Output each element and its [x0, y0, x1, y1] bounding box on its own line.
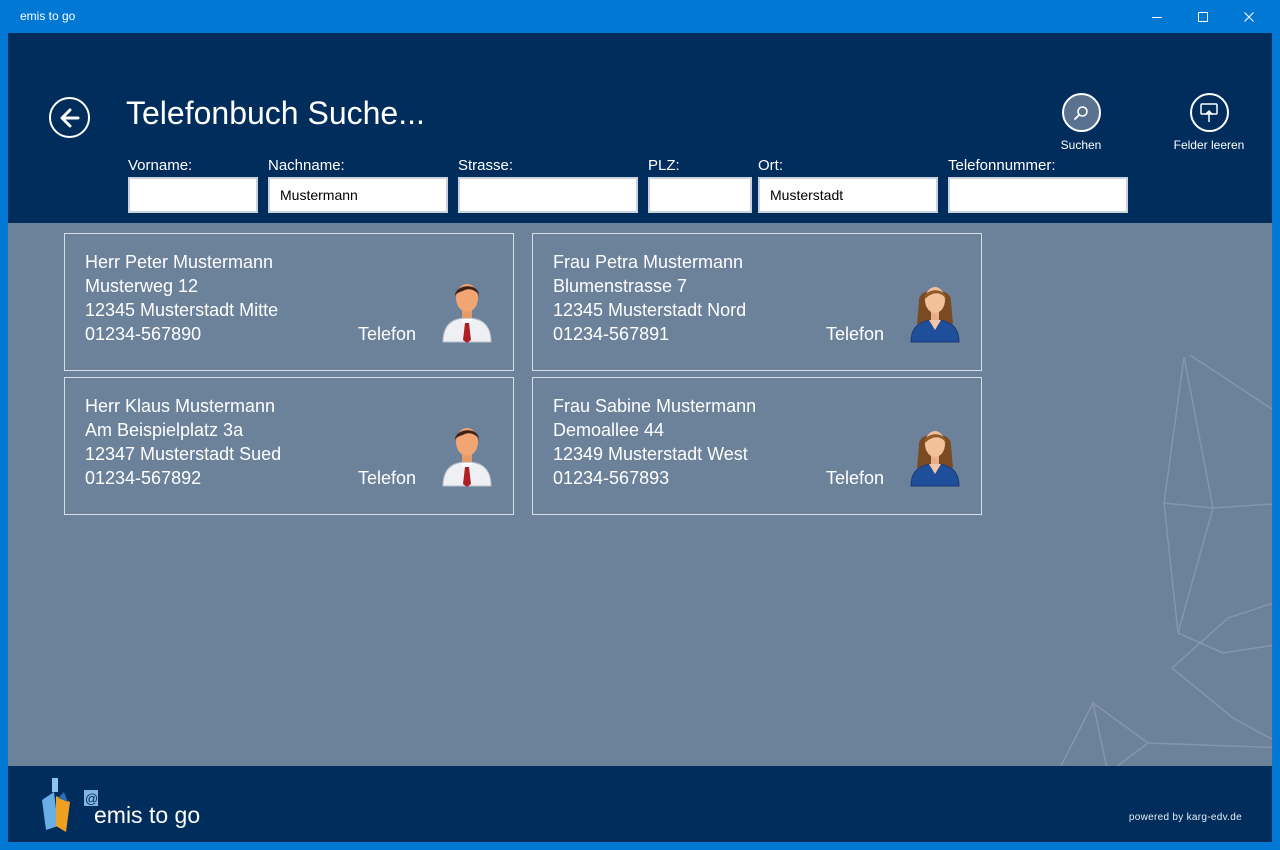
- male-avatar-icon: [442, 284, 492, 343]
- background-decoration: [1059, 354, 1272, 773]
- maximize-icon: [1198, 11, 1208, 22]
- app-window: emis to go Telefonbuch Suche... Suchen F…: [0, 0, 1280, 850]
- plz-field: PLZ:: [648, 157, 752, 213]
- result-card[interactable]: Frau Sabine Mustermann Demoallee 44 1234…: [532, 377, 982, 515]
- page-title: Telefonbuch Suche...: [126, 95, 425, 131]
- clear-fields-icon: [1200, 102, 1218, 122]
- plz-label: PLZ:: [648, 157, 680, 174]
- search-button-circle: [1061, 93, 1101, 132]
- contact-name: Frau Sabine Mustermann: [553, 396, 757, 416]
- clear-fields-label: Felder leeren: [1173, 138, 1245, 152]
- vorname-field: Vorname:: [128, 157, 258, 213]
- page-header: Telefonbuch Suche... Suchen Felder leere…: [8, 33, 1272, 223]
- minimize-icon: [1152, 16, 1162, 18]
- contact-street: Am Beispielplatz 3a: [85, 420, 244, 440]
- title-bar[interactable]: emis to go: [0, 0, 1280, 33]
- plz-input[interactable]: [648, 177, 752, 213]
- phone-link[interactable]: Telefon: [358, 466, 416, 490]
- back-button[interactable]: [49, 97, 90, 138]
- strasse-input[interactable]: [458, 177, 638, 213]
- ort-field: Ort:: [758, 157, 938, 213]
- female-avatar-icon: [910, 287, 960, 343]
- close-button[interactable]: [1226, 0, 1272, 33]
- maximize-button[interactable]: [1180, 0, 1226, 33]
- contact-city: 12349 Musterstadt West: [553, 444, 748, 464]
- contact-street: Blumenstrasse 7: [553, 276, 688, 296]
- result-card[interactable]: Herr Klaus Mustermann Am Beispielplatz 3…: [64, 377, 514, 515]
- contact-phone: 01234-567891: [553, 324, 670, 344]
- contact-name: Herr Klaus Mustermann: [85, 396, 276, 416]
- search-icon: [1074, 105, 1088, 120]
- telefonnummer-label: Telefonnummer:: [948, 157, 1056, 174]
- phone-link[interactable]: Telefon: [358, 322, 416, 346]
- strasse-label: Strasse:: [458, 157, 514, 174]
- male-avatar-icon: [442, 428, 492, 487]
- clear-fields-button[interactable]: Felder leeren: [1159, 93, 1259, 152]
- vorname-label: Vorname:: [128, 157, 193, 174]
- contact-phone: 01234-567890: [85, 324, 202, 344]
- strasse-field: Strasse:: [458, 157, 638, 213]
- contact-name: Herr Peter Mustermann: [85, 252, 274, 272]
- contact-name: Frau Petra Mustermann: [553, 252, 744, 272]
- contact-phone: 01234-567892: [85, 468, 202, 488]
- app-content: Telefonbuch Suche... Suchen Felder leere…: [8, 33, 1272, 842]
- search-button-label: Suchen: [1060, 138, 1102, 152]
- ort-input[interactable]: [758, 177, 938, 213]
- logo-text: emis to go: [94, 802, 201, 828]
- result-card[interactable]: Herr Peter Mustermann Musterweg 12 12345…: [64, 233, 514, 371]
- clear-button-circle: [1189, 93, 1229, 132]
- result-card[interactable]: Frau Petra Mustermann Blumenstrasse 7 12…: [532, 233, 982, 371]
- phone-link[interactable]: Telefon: [826, 466, 884, 490]
- telefonnummer-input[interactable]: [948, 177, 1128, 213]
- nachname-label: Nachname:: [268, 157, 345, 174]
- contact-street: Demoallee 44: [553, 420, 665, 440]
- phone-link[interactable]: Telefon: [826, 322, 884, 346]
- app-footer: @ emis to go powered by karg-edv.de: [8, 766, 1272, 842]
- minimize-button[interactable]: [1134, 0, 1180, 33]
- nachname-field: Nachname:: [268, 157, 448, 213]
- contact-phone: 01234-567893: [553, 468, 670, 488]
- search-button[interactable]: Suchen: [1031, 93, 1131, 152]
- vorname-input[interactable]: [128, 177, 258, 213]
- window-title: emis to go: [20, 9, 76, 23]
- contact-street: Musterweg 12: [85, 276, 199, 296]
- contact-city: 12347 Musterstadt Sued: [85, 444, 282, 464]
- ort-label: Ort:: [758, 157, 783, 174]
- contact-city: 12345 Musterstadt Nord: [553, 300, 747, 320]
- female-avatar-icon: [910, 431, 960, 487]
- powered-by-text: powered by karg-edv.de: [1128, 812, 1242, 823]
- close-icon: [1244, 11, 1254, 22]
- contact-city: 12345 Musterstadt Mitte: [85, 300, 279, 320]
- telefonnummer-field: Telefonnummer:: [948, 157, 1128, 213]
- nachname-input[interactable]: [268, 177, 448, 213]
- back-arrow-icon: [60, 108, 79, 127]
